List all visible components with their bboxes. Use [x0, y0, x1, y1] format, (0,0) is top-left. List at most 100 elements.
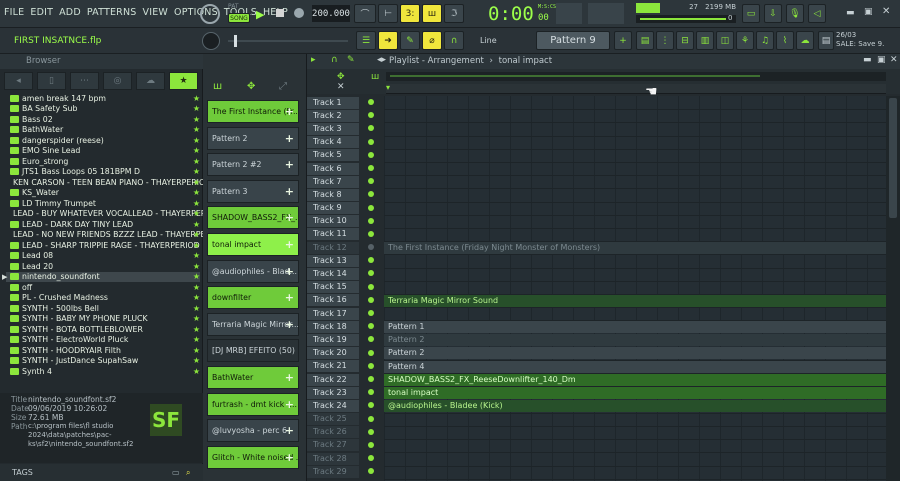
link-tool-icon[interactable]: ⌀: [422, 31, 442, 50]
track-header[interactable]: Track 23: [307, 386, 383, 399]
track-header[interactable]: Track 15: [307, 281, 383, 294]
favorites-star-icon[interactable]: ★: [169, 72, 198, 90]
favorite-star-icon[interactable]: ★: [193, 230, 200, 239]
plugin-db-icon[interactable]: ◎: [103, 72, 132, 90]
picker-clip[interactable]: downfilter +: [207, 286, 299, 310]
browser-item[interactable]: SYNTH - JustDance SupahSaw ★: [6, 356, 200, 367]
browser-item[interactable]: BA Safety Sub ★: [6, 104, 200, 115]
piano-roll-icon[interactable]: ▥: [696, 31, 714, 50]
menu-item-patterns[interactable]: PATTERNS: [87, 7, 137, 18]
mixer-icon[interactable]: ⊟: [676, 31, 694, 50]
favorite-star-icon[interactable]: ★: [193, 283, 200, 292]
timeline-ruler[interactable]: ▾: [386, 83, 886, 94]
track-header[interactable]: Track 2: [307, 109, 383, 122]
track-header[interactable]: Track 6: [307, 162, 383, 175]
browser-item[interactable]: off ★: [6, 282, 200, 293]
track-name[interactable]: Track 15: [307, 281, 359, 294]
time-display[interactable]: 0:00 M:S:CS 00: [484, 2, 556, 26]
browser-item[interactable]: amen break 147 bpm ★: [6, 93, 200, 104]
track-header[interactable]: Track 24: [307, 399, 383, 412]
track-mute-led[interactable]: [368, 296, 374, 303]
favorite-star-icon[interactable]: ★: [193, 325, 200, 334]
track-mute-led[interactable]: [368, 323, 374, 330]
favorite-star-icon[interactable]: ★: [193, 125, 200, 134]
favorite-star-icon[interactable]: ★: [193, 314, 200, 323]
song-mode-toggle[interactable]: SONG: [228, 13, 250, 23]
pl-draw-icon[interactable]: ✎: [347, 55, 355, 65]
favorite-star-icon[interactable]: ★: [193, 104, 200, 113]
record-pattern-dial[interactable]: [200, 4, 220, 24]
cloud-content-icon[interactable]: ☁: [136, 72, 165, 90]
browser-window-icon[interactable]: ◫: [716, 31, 734, 50]
favorite-star-icon[interactable]: ★: [193, 220, 200, 229]
track-header[interactable]: Track 18: [307, 320, 383, 333]
browser-item[interactable]: KS_Water ★: [6, 188, 200, 199]
draw-tool-icon[interactable]: ➜: [378, 31, 398, 50]
track-name[interactable]: Track 22: [307, 373, 359, 386]
files-icon[interactable]: ▯: [37, 72, 66, 90]
track-name[interactable]: Track 10: [307, 215, 359, 228]
track-name[interactable]: Track 13: [307, 254, 359, 267]
browser-item[interactable]: dangerspider (reese) ★: [6, 135, 200, 146]
picker-add-icon[interactable]: +: [285, 132, 294, 145]
track-mute-led[interactable]: [368, 257, 374, 264]
track-mute-led[interactable]: [368, 164, 374, 171]
picker-audio-icon[interactable]: ✥: [247, 81, 255, 92]
track-header[interactable]: Track 3: [307, 122, 383, 135]
browser-item[interactable]: SYNTH - BABY MY PHONE PLUCK ★: [6, 314, 200, 325]
track-header[interactable]: Track 27: [307, 439, 383, 452]
browser-item[interactable]: LEAD - BUY WHATEVER VOCALLEAD - THAYERPE…: [6, 209, 221, 220]
picker-clip[interactable]: furtrash - dmt kick -... +: [207, 392, 299, 416]
cloud-icon[interactable]: ☁: [796, 31, 814, 50]
picker-clip[interactable]: Terraria Magic Mirror... +: [207, 312, 299, 336]
record-icon[interactable]: [294, 8, 304, 18]
track-header[interactable]: Track 29: [307, 465, 383, 478]
snap-select[interactable]: Line: [468, 34, 528, 48]
picker-clip[interactable]: @audiophiles - Blad... +: [207, 259, 299, 283]
minimize-icon[interactable]: ▬: [846, 8, 855, 18]
track-header[interactable]: Track 25: [307, 413, 383, 426]
master-volume-knob[interactable]: [202, 32, 220, 50]
picker-add-icon[interactable]: +: [285, 398, 294, 411]
browser-item[interactable]: LD Timmy Trumpet ★: [6, 198, 200, 209]
playlist-clip[interactable]: Pattern 4: [384, 360, 886, 373]
track-mute-led[interactable]: [368, 310, 374, 316]
track-name[interactable]: Track 12: [307, 241, 359, 254]
picker-clip[interactable]: Glitch - White noised ... +: [207, 445, 299, 469]
track-name[interactable]: Track 23: [307, 386, 359, 399]
microphone-icon[interactable]: 🎙: [786, 4, 804, 23]
pitch-slider-handle[interactable]: [234, 35, 237, 47]
restore-icon[interactable]: ▣: [864, 7, 873, 17]
track-mute-led[interactable]: [368, 217, 374, 224]
playlist-grid[interactable]: The First Instance (Friday Night Monster…: [384, 96, 886, 481]
track-mute-led[interactable]: [368, 244, 374, 251]
track-header[interactable]: Track 5: [307, 149, 383, 162]
track-header[interactable]: Track 28: [307, 452, 383, 465]
track-header[interactable]: Track 21: [307, 360, 383, 373]
browser-item[interactable]: ▶ nintendo_soundfont ★: [2, 271, 200, 282]
track-mute-led[interactable]: [368, 112, 374, 119]
track-mute-led[interactable]: [368, 270, 374, 277]
browser-item[interactable]: Lead 20 ★: [6, 261, 200, 272]
midi-icon[interactable]: ▭: [742, 4, 760, 23]
track-mute-led[interactable]: [368, 283, 374, 290]
picker-clip[interactable]: tonal impact +: [207, 233, 299, 256]
pl-minimize-icon[interactable]: ▬: [863, 55, 872, 65]
vscroll-thumb[interactable]: [889, 98, 897, 218]
master-pitch-slider[interactable]: [228, 35, 348, 47]
channel-rack-icon[interactable]: ⋮: [656, 31, 674, 50]
favorite-star-icon[interactable]: ★: [193, 346, 200, 355]
track-header[interactable]: Track 20: [307, 347, 383, 360]
track-header[interactable]: Track 19: [307, 333, 383, 346]
playlist-clip[interactable]: Pattern 2: [384, 334, 886, 347]
picker-add-icon[interactable]: +: [285, 158, 294, 171]
track-header[interactable]: Track 17: [307, 307, 383, 320]
favorite-star-icon[interactable]: ★: [193, 199, 200, 208]
pattern-add-icon[interactable]: +: [614, 31, 632, 50]
track-mute-led[interactable]: [368, 441, 374, 448]
news-text[interactable]: SALE: Save 9.: [836, 40, 884, 48]
pl-maximize-icon[interactable]: ▣: [877, 55, 886, 65]
playlist-clip[interactable]: SHADOW_BASS2_FX_ReeseDownlifter_140_Dm: [384, 373, 886, 386]
pl-close-icon[interactable]: ✕: [890, 55, 898, 65]
track-name[interactable]: Track 3: [307, 122, 359, 135]
